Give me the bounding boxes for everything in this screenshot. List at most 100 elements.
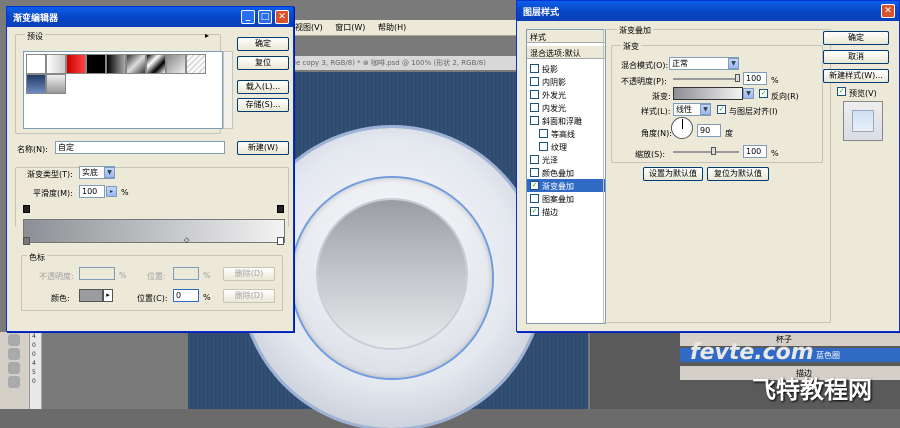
color-menu-arrow-icon[interactable]: ▸	[103, 289, 113, 302]
preset-swatch[interactable]	[186, 54, 206, 74]
reverse-checkbox[interactable]: ✓	[759, 89, 768, 98]
preset-swatch[interactable]	[146, 54, 166, 74]
set-default-button[interactable]: 设置为默认值	[643, 167, 703, 181]
style-item-checkbox[interactable]: ✓	[530, 181, 539, 190]
chevron-down-icon[interactable]: ▼	[728, 58, 739, 69]
preset-swatch[interactable]	[26, 54, 46, 74]
style-item-checkbox[interactable]	[530, 116, 539, 125]
shape-tool-icon[interactable]	[8, 348, 20, 360]
opacity-field[interactable]: 100	[743, 72, 767, 85]
presets-menu-icon[interactable]: ▸	[205, 31, 209, 40]
style-item[interactable]: 等高线	[527, 127, 605, 140]
style-item[interactable]: ✓ 渐变叠加	[527, 179, 605, 192]
smoothness-field[interactable]: 100	[79, 185, 105, 198]
style-item-checkbox[interactable]	[530, 64, 539, 73]
chevron-down-icon[interactable]: ▼	[743, 88, 754, 99]
gradient-picker[interactable]	[673, 87, 743, 100]
preset-swatch[interactable]	[166, 54, 186, 74]
gradient-bar[interactable]	[23, 219, 285, 243]
chevron-down-icon[interactable]: ▼	[700, 104, 711, 115]
align-with-layer-checkbox[interactable]: ✓	[717, 105, 726, 114]
style-item[interactable]: 图案叠加	[527, 192, 605, 205]
minimize-icon[interactable]: _	[241, 10, 255, 24]
hand-tool-icon[interactable]	[8, 362, 20, 374]
blend-options-item[interactable]: 混合选项:默认	[527, 46, 605, 59]
style-item[interactable]: 光泽	[527, 153, 605, 166]
ruler-number: 0	[32, 378, 36, 385]
style-item-checkbox[interactable]	[530, 90, 539, 99]
reset-button[interactable]: 复位	[237, 56, 289, 70]
opacity-stop-right[interactable]	[277, 205, 284, 213]
menu-view[interactable]: 视图(V)	[290, 20, 328, 35]
style-item[interactable]: 外发光	[527, 88, 605, 101]
save-button[interactable]: 存储(S)...	[237, 98, 289, 112]
gradient-name-field[interactable]: 自定	[55, 141, 225, 154]
new-style-button[interactable]: 新建样式(W)...	[823, 69, 889, 83]
style-item[interactable]: 内发光	[527, 101, 605, 114]
scale-slider-thumb[interactable]	[711, 147, 716, 155]
menu-help[interactable]: 帮助(H)	[373, 20, 411, 35]
load-button[interactable]: 载入(L)...	[237, 80, 289, 94]
style-item-checkbox[interactable]	[539, 129, 548, 138]
style-item-label: 光泽	[542, 156, 558, 165]
style-item-checkbox[interactable]	[530, 168, 539, 177]
scale-field[interactable]: 100	[743, 145, 767, 158]
ok-button[interactable]: 确定	[823, 31, 889, 45]
scale-slider-track[interactable]	[673, 151, 739, 153]
preset-swatch[interactable]	[106, 54, 126, 74]
preset-swatch[interactable]	[126, 54, 146, 74]
chevron-down-icon[interactable]: ▼	[104, 167, 115, 178]
opacity-slider-track[interactable]	[673, 78, 739, 80]
style-item-label: 内阴影	[542, 78, 566, 87]
gradient-editor-titlebar[interactable]: 渐变编辑器 _ □ ✕	[7, 7, 293, 27]
presets-scrollbar[interactable]	[223, 51, 233, 129]
preset-swatch[interactable]	[66, 54, 86, 74]
preset-swatch[interactable]	[46, 54, 66, 74]
ok-button[interactable]: 确定	[237, 37, 289, 51]
style-item[interactable]: ✓ 描边	[527, 205, 605, 218]
smoothness-slider-arrow-icon[interactable]: ▸	[106, 186, 117, 197]
cancel-button[interactable]: 取消	[823, 50, 889, 64]
delete-opacity-stop-button[interactable]: 删除(D)	[223, 267, 275, 281]
preset-swatch[interactable]	[46, 74, 66, 94]
style-item[interactable]: 投影	[527, 62, 605, 75]
opacity-stop-left[interactable]	[23, 205, 30, 213]
stop-color-swatch[interactable]	[79, 289, 103, 302]
menu-window[interactable]: 窗口(W)	[330, 20, 370, 35]
stop-location-c-field[interactable]: 0	[173, 289, 199, 302]
preset-swatch[interactable]	[26, 74, 46, 94]
close-icon[interactable]: ✕	[275, 10, 289, 24]
midpoint-diamond-icon[interactable]: ◇	[184, 236, 189, 244]
style-item-checkbox[interactable]	[539, 142, 548, 151]
gradient-editor-dialog: 渐变编辑器 _ □ ✕ 预设 ▸ 确定 复位 载入(L)... 存储(S)...…	[6, 6, 294, 332]
style-preview-thumbnail	[843, 101, 883, 141]
reset-default-button[interactable]: 复位为默认值	[707, 167, 769, 181]
style-item-checkbox[interactable]: ✓	[530, 207, 539, 216]
opacity-slider-thumb[interactable]	[735, 74, 740, 82]
style-item[interactable]: 内阴影	[527, 75, 605, 88]
delete-color-stop-button[interactable]: 删除(D)	[223, 289, 275, 303]
angle-field[interactable]: 90	[697, 124, 721, 137]
style-item[interactable]: 纹理	[527, 140, 605, 153]
blend-options-label: 混合选项:默认	[530, 49, 581, 58]
zoom-tool-icon[interactable]	[8, 376, 20, 388]
angle-dial-needle	[682, 119, 683, 129]
style-item[interactable]: 颜色叠加	[527, 166, 605, 179]
preset-swatch[interactable]	[86, 54, 106, 74]
style-item-checkbox[interactable]	[530, 194, 539, 203]
style-item-checkbox[interactable]	[530, 155, 539, 164]
pen-tool-icon[interactable]	[8, 334, 20, 346]
color-stop-left[interactable]	[23, 237, 30, 245]
close-icon[interactable]: ✕	[881, 4, 895, 18]
preview-checkbox[interactable]: ✓	[837, 87, 846, 96]
new-gradient-button[interactable]: 新建(W)	[237, 141, 289, 155]
layer-style-titlebar[interactable]: 图层样式 ✕	[517, 1, 899, 21]
style-item[interactable]: 斜面和浮雕	[527, 114, 605, 127]
angle-dial[interactable]	[671, 117, 693, 139]
document-tab[interactable]: le copy 3, RGB/8) * ⊗ 咖啡.psd @ 100% (形状 …	[290, 56, 520, 70]
styles-header[interactable]: 样式	[527, 30, 605, 43]
style-item-checkbox[interactable]	[530, 77, 539, 86]
style-item-checkbox[interactable]	[530, 103, 539, 112]
color-stop-right[interactable]	[277, 237, 284, 245]
maximize-icon[interactable]: □	[258, 10, 272, 24]
